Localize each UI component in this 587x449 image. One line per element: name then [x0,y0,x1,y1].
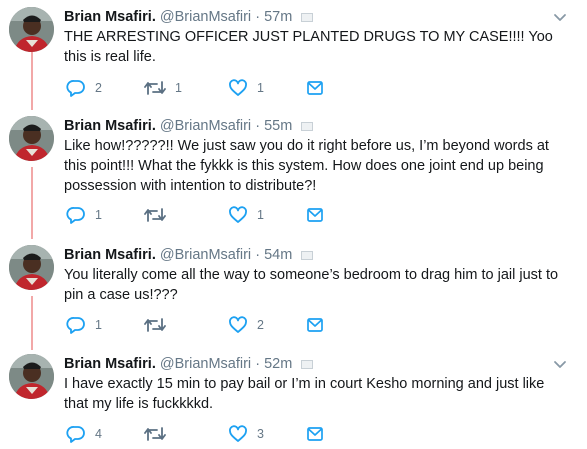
tweet[interactable]: Brian Msafiri. @BrianMsafiri · 54m You l… [0,245,587,340]
timestamp[interactable]: 52m [264,356,292,372]
tweet[interactable]: Brian Msafiri. @BrianMsafiri · 55m Like … [0,116,587,236]
retweet-button[interactable] [144,424,175,444]
timestamp[interactable]: 57m [264,9,292,25]
tweet-thread: Brian Msafiri. @BrianMsafiri · 57m THE A… [0,0,587,449]
reply-icon [66,316,86,334]
like-count: 1 [257,81,264,95]
retweet-icon [144,206,166,224]
heart-icon [228,425,248,443]
reply-button[interactable]: 1 [66,205,102,225]
tweet-actions: 2 1 1 [64,78,364,98]
user-handle[interactable]: @BrianMsafiri [160,118,251,134]
envelope-icon [306,317,324,333]
tweet-header: Brian Msafiri. @BrianMsafiri · 54m [64,245,314,265]
retweet-icon [144,425,166,443]
image-badge-icon [301,251,314,260]
reply-button[interactable]: 1 [66,315,102,335]
separator-dot: · [255,247,261,263]
tweet-actions: 4 3 [64,424,364,444]
message-button[interactable] [306,205,324,225]
reply-count: 2 [95,81,102,95]
display-name[interactable]: Brian Msafiri. [64,356,156,372]
display-name[interactable]: Brian Msafiri. [64,118,156,134]
reply-icon [66,79,86,97]
envelope-icon [306,426,324,442]
reply-count: 1 [95,208,102,222]
image-badge-icon [301,360,314,369]
reply-count: 4 [95,427,102,441]
user-handle[interactable]: @BrianMsafiri [160,9,251,25]
retweet-icon [144,79,166,97]
message-button[interactable] [306,315,324,335]
tweet-text: THE ARRESTING OFFICER JUST PLANTED DRUGS… [64,29,553,65]
reply-icon [66,425,86,443]
image-badge-icon [301,122,314,131]
tweet-header: Brian Msafiri. @BrianMsafiri · 57m [64,7,314,27]
tweet[interactable]: Brian Msafiri. @BrianMsafiri · 57m THE A… [0,7,587,102]
timestamp[interactable]: 55m [264,118,292,134]
avatar[interactable] [9,354,54,399]
heart-icon [228,206,248,224]
like-count: 1 [257,208,264,222]
separator-dot: · [255,356,261,372]
reply-icon [66,206,86,224]
chevron-down-icon[interactable] [552,356,568,372]
user-handle[interactable]: @BrianMsafiri [160,356,251,372]
tweet-header: Brian Msafiri. @BrianMsafiri · 52m [64,354,314,374]
user-handle[interactable]: @BrianMsafiri [160,247,251,263]
retweet-button[interactable] [144,315,175,335]
separator-dot: · [255,118,261,134]
like-button[interactable]: 3 [228,424,264,444]
reply-button[interactable]: 4 [66,424,102,444]
retweet-button[interactable]: 1 [144,78,182,98]
tweet-text: You literally come all the way to someon… [64,267,559,303]
envelope-icon [306,80,324,96]
reply-count: 1 [95,318,102,332]
envelope-icon [306,207,324,223]
like-button[interactable]: 1 [228,205,264,225]
like-count: 3 [257,427,264,441]
tweet[interactable]: Brian Msafiri. @BrianMsafiri · 52m I hav… [0,354,587,449]
timestamp[interactable]: 54m [264,247,292,263]
message-button[interactable] [306,78,324,98]
retweet-icon [144,316,166,334]
separator-dot: · [255,9,261,25]
like-button[interactable]: 1 [228,78,264,98]
heart-icon [228,79,248,97]
tweet-actions: 1 2 [64,315,364,335]
tweet-text: Like how!?????!! We just saw you do it r… [64,138,549,194]
retweet-button[interactable] [144,205,175,225]
retweet-count: 1 [175,81,182,95]
display-name[interactable]: Brian Msafiri. [64,9,156,25]
tweet-text: I have exactly 15 min to pay bail or I’m… [64,376,545,412]
chevron-down-icon[interactable] [552,9,568,25]
reply-button[interactable]: 2 [66,78,102,98]
avatar[interactable] [9,7,54,52]
avatar[interactable] [9,116,54,161]
like-count: 2 [257,318,264,332]
message-button[interactable] [306,424,324,444]
heart-icon [228,316,248,334]
avatar[interactable] [9,245,54,290]
like-button[interactable]: 2 [228,315,264,335]
tweet-header: Brian Msafiri. @BrianMsafiri · 55m [64,116,314,136]
tweet-actions: 1 1 [64,205,364,225]
image-badge-icon [301,13,314,22]
display-name[interactable]: Brian Msafiri. [64,247,156,263]
